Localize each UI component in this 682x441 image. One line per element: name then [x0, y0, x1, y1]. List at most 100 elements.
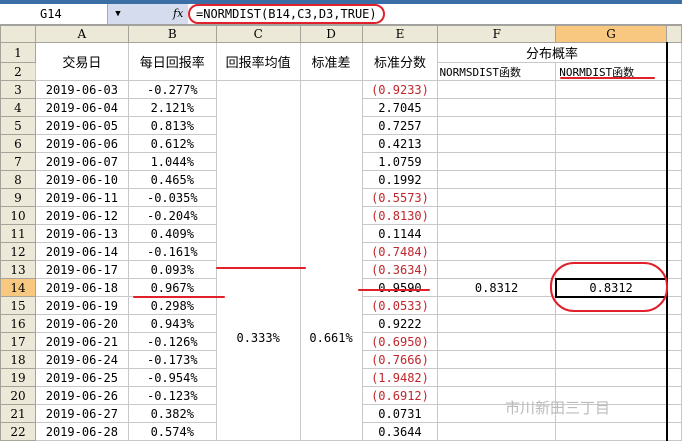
cell-date[interactable]: 2019-06-27 [34, 404, 129, 423]
cell[interactable] [437, 314, 557, 333]
cell[interactable] [666, 422, 682, 441]
cell[interactable] [666, 42, 682, 63]
cell-return[interactable]: -0.277% [127, 80, 217, 99]
cell-date[interactable]: 2019-06-05 [34, 116, 129, 135]
cell-date[interactable]: 2019-06-17 [34, 260, 129, 279]
name-box-dropdown-icon[interactable]: ▼ [108, 4, 128, 24]
cell-date[interactable]: 2019-06-14 [34, 242, 129, 261]
cell[interactable] [555, 332, 668, 351]
cell[interactable] [666, 80, 682, 99]
cell-zscore[interactable]: (0.9233) [361, 80, 439, 99]
cell[interactable] [555, 206, 668, 225]
cell[interactable] [666, 98, 682, 117]
row-header[interactable]: 7 [0, 152, 36, 171]
row-header[interactable]: 14 [0, 278, 36, 297]
cell-zscore[interactable]: 0.9222 [361, 314, 439, 333]
column-header[interactable]: F [437, 25, 557, 43]
cell[interactable] [437, 332, 557, 351]
cell-zscore[interactable]: (0.6912) [361, 386, 439, 405]
row-header[interactable]: 19 [0, 368, 36, 387]
cell[interactable] [666, 206, 682, 225]
cell[interactable] [666, 242, 682, 261]
cell-zscore[interactable]: (0.0533) [361, 296, 439, 315]
cell[interactable] [555, 98, 668, 117]
cell[interactable] [555, 368, 668, 387]
cell[interactable] [437, 80, 557, 99]
cell-date[interactable]: 2019-06-10 [34, 170, 129, 189]
header-std[interactable]: 标准差 [299, 42, 363, 81]
header-prob-group[interactable]: 分布概率 [437, 42, 668, 63]
cell[interactable] [666, 350, 682, 369]
column-header[interactable]: D [299, 25, 363, 43]
cell[interactable] [437, 152, 557, 171]
cell[interactable] [437, 296, 557, 315]
header-zscore[interactable]: 标准分数 [361, 42, 439, 81]
cell-return[interactable]: -0.126% [127, 332, 217, 351]
select-all-corner[interactable] [0, 25, 36, 43]
cell-return[interactable]: -0.123% [127, 386, 217, 405]
column-header[interactable]: C [215, 25, 301, 43]
cell-return[interactable]: 0.093% [127, 260, 217, 279]
column-header[interactable]: E [361, 25, 439, 43]
row-header[interactable]: 11 [0, 224, 36, 243]
cell-date[interactable]: 2019-06-12 [34, 206, 129, 225]
cell[interactable] [555, 314, 668, 333]
cell-date[interactable]: 2019-06-03 [34, 80, 129, 99]
column-header[interactable] [666, 25, 682, 43]
cell[interactable] [555, 134, 668, 153]
spreadsheet-grid[interactable]: A B C D E F G 1 交易日 每日回报率 回报率均值 标准差 标准分数… [0, 25, 682, 441]
row-header[interactable]: 6 [0, 134, 36, 153]
cell-return[interactable]: -0.954% [127, 368, 217, 387]
row-header[interactable]: 2 [0, 62, 36, 81]
cell-date[interactable]: 2019-06-24 [34, 350, 129, 369]
cell-zscore[interactable]: (0.8130) [361, 206, 439, 225]
cell-zscore[interactable]: (0.5573) [361, 188, 439, 207]
header-date[interactable]: 交易日 [34, 42, 129, 81]
cell-date[interactable]: 2019-06-19 [34, 296, 129, 315]
cell-return[interactable]: -0.204% [127, 206, 217, 225]
cell[interactable] [666, 170, 682, 189]
cell-mean[interactable]: 0.333% [215, 80, 301, 441]
row-header[interactable]: 21 [0, 404, 36, 423]
header-mean[interactable]: 回报率均值 [215, 42, 301, 81]
cell-zscore[interactable]: 0.4213 [361, 134, 439, 153]
cell-date[interactable]: 2019-06-28 [34, 422, 129, 441]
cell-return[interactable]: 0.574% [127, 422, 217, 441]
cell-zscore[interactable]: (0.7666) [361, 350, 439, 369]
cell-date[interactable]: 2019-06-13 [34, 224, 129, 243]
cell-date[interactable]: 2019-06-06 [34, 134, 129, 153]
cell[interactable] [437, 116, 557, 135]
cell-date[interactable]: 2019-06-11 [34, 188, 129, 207]
cell-zscore[interactable]: 0.3644 [361, 422, 439, 441]
column-header[interactable]: B [127, 25, 217, 43]
cell[interactable] [666, 152, 682, 171]
cell-return[interactable]: 0.382% [127, 404, 217, 423]
name-box[interactable]: G14 [0, 4, 108, 24]
cell[interactable] [666, 224, 682, 243]
cell-date[interactable]: 2019-06-25 [34, 368, 129, 387]
cell[interactable] [437, 170, 557, 189]
cell[interactable] [437, 350, 557, 369]
row-header[interactable]: 16 [0, 314, 36, 333]
cell[interactable] [666, 62, 682, 81]
cell-zscore[interactable]: (1.9482) [361, 368, 439, 387]
cell[interactable] [437, 134, 557, 153]
cell[interactable] [555, 170, 668, 189]
row-header[interactable]: 18 [0, 350, 36, 369]
row-header[interactable]: 20 [0, 386, 36, 405]
row-header[interactable]: 17 [0, 332, 36, 351]
cell-date[interactable]: 2019-06-21 [34, 332, 129, 351]
cell[interactable] [437, 98, 557, 117]
cell-zscore[interactable]: 0.7257 [361, 116, 439, 135]
cell[interactable] [437, 206, 557, 225]
cell-return[interactable]: -0.035% [127, 188, 217, 207]
row-header[interactable]: 3 [0, 80, 36, 99]
cell-std[interactable]: 0.661% [299, 80, 363, 441]
cell[interactable] [555, 152, 668, 171]
header-daily-return[interactable]: 每日回报率 [127, 42, 217, 81]
row-header[interactable]: 10 [0, 206, 36, 225]
cell[interactable] [666, 386, 682, 405]
cell[interactable] [666, 368, 682, 387]
cell[interactable] [437, 188, 557, 207]
cell-date[interactable]: 2019-06-26 [34, 386, 129, 405]
